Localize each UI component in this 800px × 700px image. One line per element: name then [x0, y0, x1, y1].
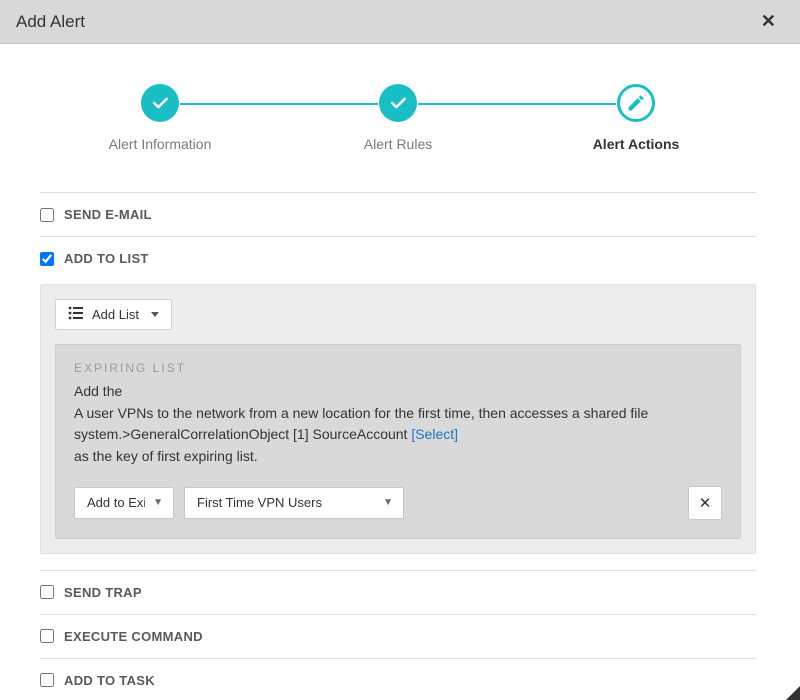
- modal-header: Add Alert ✕: [0, 0, 800, 44]
- card-controls: Add to Existing ▼ First Time VPN Users ▼…: [74, 486, 722, 520]
- section-execute-command: EXECUTE COMMAND: [40, 614, 756, 658]
- edit-icon: [617, 84, 655, 122]
- close-icon: ✕: [699, 494, 712, 512]
- checkmark-icon: [141, 84, 179, 122]
- checkmark-icon: [379, 84, 417, 122]
- step-label: Alert Actions: [593, 136, 680, 152]
- section-add-to-task: ADD TO TASK: [40, 658, 756, 700]
- step-label: Alert Information: [109, 136, 212, 152]
- section-send-email: SEND E-MAIL: [40, 192, 756, 236]
- step-label: Alert Rules: [364, 136, 432, 152]
- chevron-down-icon: ▼: [153, 497, 163, 508]
- add-list-button[interactable]: Add List: [55, 299, 172, 330]
- add-mode-select[interactable]: Add to Existing ▼: [74, 487, 174, 519]
- modal-body-wrap: Alert Information Alert Rules Alert Acti…: [0, 44, 800, 700]
- add-to-task-label[interactable]: ADD TO TASK: [64, 673, 155, 688]
- add-to-task-checkbox[interactable]: [40, 673, 54, 687]
- card-line3: as the key of first expiring list.: [74, 448, 258, 464]
- card-line2-pre: A user VPNs to the network from a new lo…: [74, 405, 648, 443]
- send-trap-label[interactable]: SEND TRAP: [64, 585, 142, 600]
- section-send-trap: SEND TRAP: [40, 570, 756, 614]
- step-alert-rules[interactable]: Alert Rules: [318, 84, 478, 152]
- list-icon: [68, 306, 84, 323]
- add-list-button-label: Add List: [92, 307, 139, 322]
- card-heading: EXPIRING LIST: [74, 361, 722, 375]
- card-line1: Add the: [74, 383, 122, 399]
- resize-handle[interactable]: [786, 686, 800, 700]
- modal-body-scroll[interactable]: Alert Information Alert Rules Alert Acti…: [0, 44, 800, 700]
- execute-command-label[interactable]: EXECUTE COMMAND: [64, 629, 203, 644]
- add-to-list-label[interactable]: ADD TO LIST: [64, 251, 149, 266]
- expiring-list-card: EXPIRING LIST Add the A user VPNs to the…: [55, 344, 741, 539]
- close-icon[interactable]: ✕: [753, 7, 784, 36]
- execute-command-checkbox[interactable]: [40, 629, 54, 643]
- modal-title: Add Alert: [16, 12, 85, 32]
- target-list-select[interactable]: First Time VPN Users ▼: [184, 487, 404, 519]
- add-to-list-checkbox[interactable]: [40, 252, 54, 266]
- send-email-label[interactable]: SEND E-MAIL: [64, 207, 152, 222]
- step-alert-actions[interactable]: Alert Actions: [556, 84, 716, 152]
- add-mode-select-value: Add to Existing: [87, 495, 145, 510]
- step-alert-information[interactable]: Alert Information: [80, 84, 240, 152]
- target-list-select-value: First Time VPN Users: [197, 495, 322, 510]
- add-alert-modal: Add Alert ✕ Alert Information: [0, 0, 800, 700]
- modal-content: Alert Information Alert Rules Alert Acti…: [0, 44, 796, 700]
- chevron-down-icon: [151, 312, 159, 317]
- section-add-to-list: ADD TO LIST: [40, 236, 756, 280]
- select-link[interactable]: [Select]: [411, 426, 458, 442]
- chevron-down-icon: ▼: [383, 497, 393, 508]
- send-email-checkbox[interactable]: [40, 208, 54, 222]
- wizard-stepper: Alert Information Alert Rules Alert Acti…: [80, 84, 716, 152]
- remove-card-button[interactable]: ✕: [688, 486, 722, 520]
- send-trap-checkbox[interactable]: [40, 585, 54, 599]
- add-to-list-panel: Add List EXPIRING LIST Add the A user VP…: [40, 284, 756, 554]
- card-text: Add the A user VPNs to the network from …: [74, 381, 722, 468]
